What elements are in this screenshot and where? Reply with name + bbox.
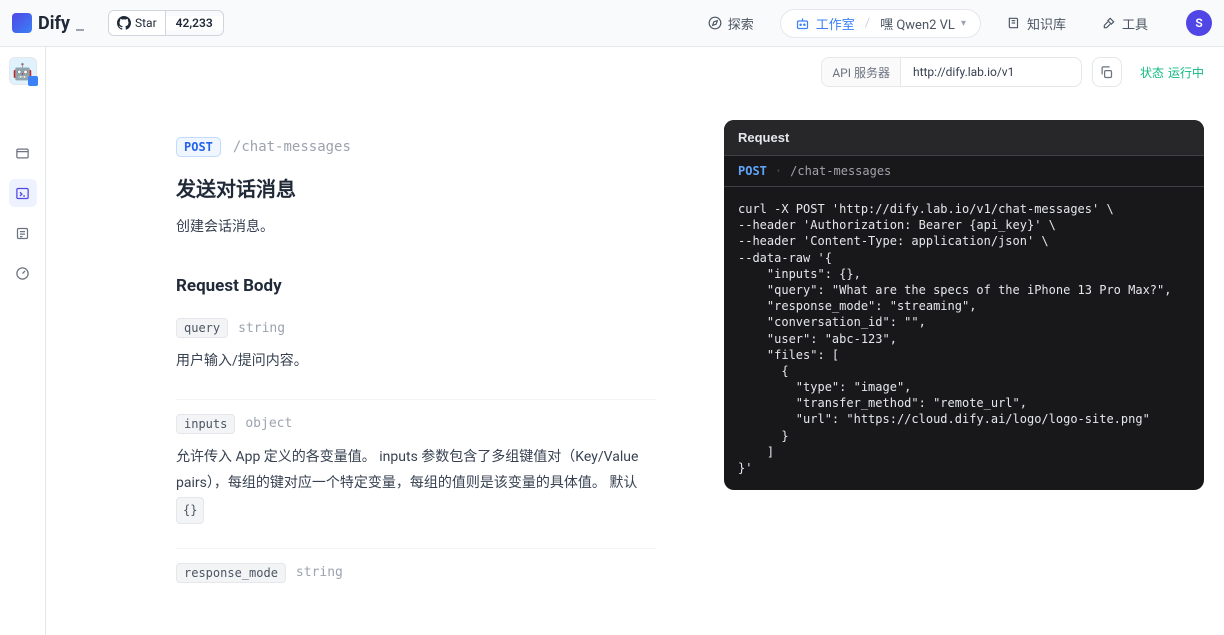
param-name: inputs <box>176 414 235 434</box>
github-icon <box>117 16 131 30</box>
compass-icon <box>708 16 722 30</box>
param-name: query <box>176 318 228 338</box>
terminal-icon <box>15 186 30 201</box>
api-server-url: http://dify.lab.io/v1 <box>901 65 1081 79</box>
api-toolbar: API 服务器 http://dify.lab.io/v1 状态 运行中 <box>46 47 1224 97</box>
param-type: object <box>245 416 292 431</box>
param-query: query string 用户输入/提问内容。 <box>176 318 656 375</box>
param-type: string <box>296 565 343 580</box>
status-value: 运行中 <box>1168 64 1204 81</box>
logo-icon <box>12 13 32 33</box>
app-icon[interactable]: 🤖 <box>9 57 37 85</box>
code-panel-sub: POST · /chat-messages <box>724 155 1204 187</box>
bot-icon <box>795 16 810 31</box>
chevron-down-icon[interactable]: ▾ <box>961 18 966 29</box>
app-badge-icon <box>28 76 38 86</box>
nav-studio-label: 工作室 <box>816 14 855 33</box>
top-header: Dify_ Star 42,233 探索 工作室 / 嘿 Qwen2 VL ▾ … <box>0 0 1224 47</box>
gauge-icon <box>15 266 30 281</box>
nav-explore-label: 探索 <box>728 14 754 33</box>
github-badge[interactable]: Star 42,233 <box>108 10 224 36</box>
param-desc: 允许传入 App 定义的各变量值。 inputs 参数包含了多组键值对（Key/… <box>176 444 656 524</box>
code-path: /chat-messages <box>790 164 891 178</box>
code-body[interactable]: curl -X POST 'http://dify.lab.io/v1/chat… <box>724 187 1204 490</box>
param-inputs: inputs object 允许传入 App 定义的各变量值。 inputs 参… <box>176 414 656 524</box>
api-server-label: API 服务器 <box>822 58 901 86</box>
avatar[interactable]: S <box>1186 10 1212 36</box>
sidebar-analytics[interactable] <box>9 259 37 287</box>
nav-tools-label: 工具 <box>1122 14 1148 33</box>
logo[interactable]: Dify_ <box>12 13 84 34</box>
divider <box>176 548 656 549</box>
status-indicator: 状态 运行中 <box>1132 64 1212 81</box>
nav-app-name: 嘿 Qwen2 VL <box>880 14 955 33</box>
param-name: response_mode <box>176 563 286 583</box>
nav-tools[interactable]: 工具 <box>1092 8 1158 39</box>
param-desc: 用户输入/提问内容。 <box>176 348 656 375</box>
dot-icon: · <box>775 164 782 178</box>
left-sidebar: 🤖 <box>0 47 46 635</box>
window-icon <box>15 146 30 161</box>
param-response-mode: response_mode string <box>176 563 656 583</box>
nav-separator: / <box>865 16 870 31</box>
copy-button[interactable] <box>1092 57 1122 87</box>
code-method: POST <box>738 164 767 178</box>
divider <box>176 399 656 400</box>
endpoint-path: /chat-messages <box>233 139 351 155</box>
hammer-icon <box>1102 16 1116 30</box>
sidebar-overview[interactable] <box>9 139 37 167</box>
code-panel-title: Request <box>724 120 1204 155</box>
copy-icon <box>1099 65 1114 80</box>
nav-knowledge[interactable]: 知识库 <box>997 8 1076 39</box>
default-chip: {} <box>176 497 204 524</box>
book-icon <box>1007 16 1021 30</box>
logo-text: Dify <box>38 13 70 34</box>
status-label: 状态 <box>1140 64 1164 81</box>
nav-knowledge-label: 知识库 <box>1027 14 1066 33</box>
code-panel: Request POST · /chat-messages curl -X PO… <box>724 120 1204 490</box>
sidebar-api[interactable] <box>9 179 37 207</box>
nav-explore[interactable]: 探索 <box>698 8 764 39</box>
list-icon <box>15 226 30 241</box>
nav-studio-active[interactable]: 工作室 / 嘿 Qwen2 VL ▾ <box>780 9 981 38</box>
sidebar-logs[interactable] <box>9 219 37 247</box>
api-server-box: API 服务器 http://dify.lab.io/v1 <box>821 57 1082 87</box>
github-count: 42,233 <box>166 16 223 30</box>
param-type: string <box>238 321 285 336</box>
github-star-label: Star <box>135 16 157 30</box>
method-badge: POST <box>176 137 221 157</box>
github-star-button[interactable]: Star <box>109 11 166 35</box>
